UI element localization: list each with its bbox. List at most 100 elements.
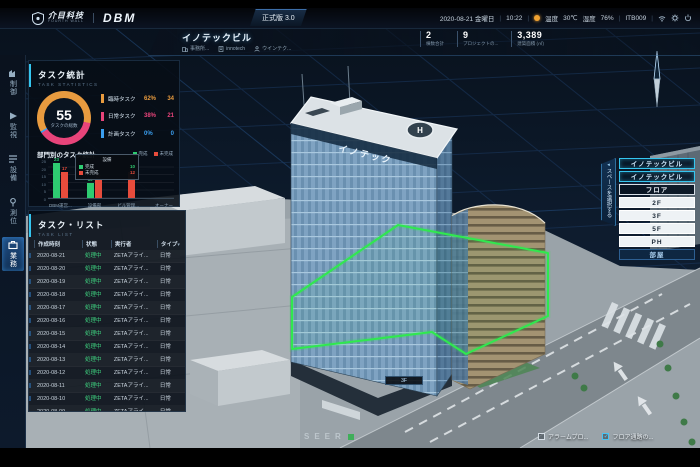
- brand-product: DBM: [103, 11, 136, 25]
- nav-item-positioning[interactable]: 測位: [2, 194, 24, 228]
- equipment-icon: [8, 154, 18, 164]
- dept-bar-chart: 2520151050 2317101217 DBM運営...設備部ビル管理...…: [37, 160, 174, 206]
- task-row[interactable]: 2020-08-16 処理中 ZETAアライ... 日常: [29, 315, 185, 328]
- building-title: イノテックビル: [182, 31, 252, 44]
- task-type-row: 計画タスク 0% 0: [101, 129, 174, 138]
- task-row[interactable]: 2020-08-13 処理中 ZETAアライ... 日常: [29, 354, 185, 367]
- space-button[interactable]: 部屋: [619, 249, 695, 260]
- checkbox-icon[interactable]: ✓: [538, 433, 545, 440]
- task-stats-subtitle: TASK STATISTICS: [38, 82, 172, 87]
- monitor-icon: [8, 111, 18, 121]
- office-icon: [182, 46, 188, 52]
- bar-category-label: オーナー: [155, 203, 173, 209]
- weather-sun-icon: [534, 15, 540, 21]
- task-total: 55: [56, 108, 72, 122]
- nav-item-control[interactable]: 制御: [2, 65, 24, 99]
- nav-item-monitor[interactable]: 監視: [2, 108, 24, 142]
- positioning-icon: [8, 197, 18, 207]
- dept-chart-yaxis: 2520151050: [37, 158, 46, 198]
- owner-icon: [254, 46, 260, 52]
- watermark: SEER: [304, 432, 354, 441]
- bar: 17: [61, 172, 68, 198]
- space-button[interactable]: 2F: [619, 197, 695, 208]
- wifi-icon[interactable]: [658, 14, 666, 22]
- space-button[interactable]: フロア: [619, 184, 695, 195]
- column-created[interactable]: 作成時刻: [34, 240, 82, 248]
- space-selector: ◂ スペースを選択する イノテックビルイノテックビルフロア 2F 3F 5F PH 部屋: [601, 158, 695, 260]
- dept-chart-tooltip: 設備 完成 10 未完成 12: [75, 154, 139, 180]
- space-button[interactable]: 5F: [619, 223, 695, 234]
- display-toggle[interactable]: ✓ フロア通路の...: [602, 432, 653, 441]
- task-donut: 55 タスクの総数: [37, 91, 91, 145]
- control-icon: [8, 68, 18, 78]
- temp-label: 温度: [545, 13, 558, 23]
- task-row[interactable]: 2020-08-21 処理中 ZETAアライ... 日常: [29, 250, 185, 263]
- task-type-row: 臨時タスク 62% 34: [101, 94, 174, 103]
- task-row[interactable]: 2020-08-11 処理中 ZETAアライ... 日常: [29, 380, 185, 393]
- task-row[interactable]: 2020-08-15 処理中 ZETAアライ... 日常: [29, 328, 185, 341]
- dept-bar-xlabels: DBM運営...設備部ビル管理...オーナー: [48, 201, 174, 209]
- compass-needle-icon: [649, 50, 665, 108]
- task-row[interactable]: 2020-08-19 処理中 ZETAアライ... 日常: [29, 276, 185, 289]
- task-list-columns: 作成時刻 状態 実行者 タイプ▾: [29, 240, 185, 248]
- checkbox-icon[interactable]: ✓: [602, 433, 609, 440]
- task-rows: 2020-08-21 処理中 ZETAアライ... 日常 2020-08-20 …: [29, 250, 185, 412]
- bar: 12: [95, 180, 102, 198]
- display-toggle[interactable]: ✓ アラームプロ...: [538, 432, 588, 441]
- status-bar: 2020-08-21 金曜日 | 10:22 | 温度 30℃ 湿度 76% |…: [440, 13, 692, 23]
- space-button[interactable]: PH: [619, 236, 695, 247]
- status-date: 2020-08-21 金曜日: [440, 13, 495, 23]
- floor-tag[interactable]: 3F: [385, 376, 423, 385]
- task-list-subtitle: TASK LIST: [38, 232, 178, 237]
- temp-value: 30℃: [563, 14, 578, 22]
- space-button[interactable]: イノテックビル: [619, 171, 695, 182]
- stat-projects: 9 プロジェクトの...: [457, 31, 498, 47]
- task-row[interactable]: 2020-08-12 処理中 ZETAアライ... 日常: [29, 367, 185, 380]
- tasks-icon: [8, 240, 18, 250]
- building-stats: 2 棟数合計 9 プロジェクトの... 3,389 建築面積 (㎡): [420, 31, 544, 47]
- task-stats-panel: タスク統計 TASK STATISTICS 55 タスクの総数 臨時タスク 62…: [28, 60, 180, 207]
- bar-category-label: 設備部: [88, 203, 102, 209]
- bar-group: 2317: [53, 160, 68, 198]
- space-buttons: イノテックビルイノテックビルフロア 2F 3F 5F PH 部屋: [619, 158, 695, 260]
- space-button[interactable]: イノテックビル: [619, 158, 695, 169]
- task-total-label: タスクの総数: [51, 124, 78, 129]
- helipad-letter: H: [417, 126, 423, 135]
- task-row[interactable]: 2020-08-14 処理中 ZETAアライ... 日常: [29, 341, 185, 354]
- nav-item-tasks[interactable]: 業務: [2, 237, 24, 271]
- brand-company-sub: FOURTH WALL: [48, 20, 84, 24]
- nav-item-equipment[interactable]: 設備: [2, 151, 24, 185]
- column-type[interactable]: タイプ▾: [157, 240, 180, 248]
- space-button[interactable]: 3F: [619, 210, 695, 221]
- brand-logo: 介目科技 FOURTH WALL DBM: [32, 11, 136, 25]
- building-tag-company: innotech: [218, 45, 245, 52]
- building-tag-office: 事務所...: [182, 45, 209, 52]
- app-window: H イノテック 介目科技 FOURTH WALL DBM 正式版 3.0: [0, 8, 700, 448]
- task-row[interactable]: 2020-08-20 処理中 ZETAアライ... 日常: [29, 263, 185, 276]
- building-tag-owner: ウインテク...: [254, 45, 291, 52]
- stat-buildings: 2 棟数合計: [420, 31, 444, 47]
- task-row[interactable]: 2020-08-18 処理中 ZETAアライ... 日常: [29, 289, 185, 302]
- brand-divider: [93, 13, 94, 23]
- bar: 10: [87, 183, 94, 198]
- sort-arrow-icon[interactable]: ▾: [177, 242, 180, 248]
- task-row[interactable]: 2020-08-17 処理中 ZETAアライ... 日常: [29, 302, 185, 315]
- watermark-cube-icon: [348, 434, 354, 440]
- task-list-title: タスク・リスト: [38, 219, 178, 231]
- bar-category-label: ビル管理...: [117, 203, 139, 209]
- legend-swatch: [101, 112, 104, 121]
- power-icon[interactable]: [684, 14, 692, 22]
- task-row[interactable]: 2020-08-10 処理中 ZETAアライ... 日常: [29, 393, 185, 406]
- gear-icon[interactable]: [671, 14, 679, 22]
- shield-logo-icon: [32, 12, 44, 25]
- task-row[interactable]: 2020-08-09 処理中 ZETAアライ... 日常: [29, 406, 185, 412]
- stat-area: 3,389 建築面積 (㎡): [511, 31, 544, 47]
- bar-group: [154, 160, 169, 198]
- bar: 23: [53, 163, 60, 198]
- status-time: 10:22: [506, 15, 522, 22]
- column-executor[interactable]: 実行者: [111, 240, 157, 248]
- space-selector-tab[interactable]: ◂ スペースを選択する: [601, 158, 616, 226]
- compass[interactable]: [649, 50, 665, 113]
- column-status[interactable]: 状態: [82, 240, 111, 248]
- task-list-panel: タスク・リスト TASK LIST 作成時刻 状態 実行者 タイプ▾ 2020-…: [28, 210, 186, 412]
